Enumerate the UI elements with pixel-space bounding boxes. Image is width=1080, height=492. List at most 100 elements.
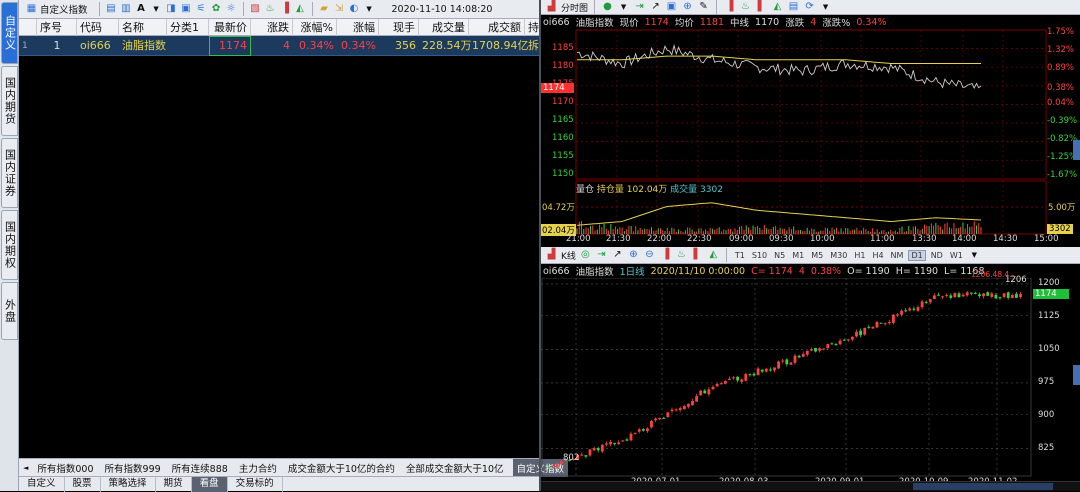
draw-icon[interactable]: ♨ xyxy=(739,1,752,14)
enter-icon[interactable]: ⇥ xyxy=(633,1,646,14)
chevron-down-icon[interactable]: ▼ xyxy=(968,249,981,262)
crosshair-icon[interactable]: ↗ xyxy=(611,249,624,262)
period-t1[interactable]: T1 xyxy=(733,251,747,260)
period-s10[interactable]: S10 xyxy=(750,251,769,260)
tab-stocks[interactable]: 股票 xyxy=(65,476,101,492)
period-nm[interactable]: NM xyxy=(889,251,906,260)
refresh-icon[interactable]: ⟳ xyxy=(803,1,816,14)
col-header-pct[interactable]: 涨幅% xyxy=(293,19,337,36)
period-nd[interactable]: ND xyxy=(929,251,945,260)
tab-all-999[interactable]: 所有指数999 xyxy=(103,460,163,476)
kline-chart[interactable] xyxy=(541,278,1080,491)
folder-icon[interactable]: ▰ xyxy=(318,3,331,16)
intraday-collapse-handle[interactable] xyxy=(1073,140,1080,160)
col-header-seq[interactable]: 序号 xyxy=(37,19,77,36)
tab-all-amount-over-10yi[interactable]: 全部成交金额大于10亿 xyxy=(404,460,506,476)
scrollbar-thumb[interactable] xyxy=(913,483,1053,490)
pin-icon[interactable]: ✎ xyxy=(697,1,710,14)
col-header-hold[interactable]: 持 xyxy=(525,19,539,36)
tab-all-888[interactable]: 所有连续888 xyxy=(170,460,230,476)
zoom-out-icon[interactable]: ⊖ xyxy=(643,249,656,262)
draw-icon[interactable]: ♨ xyxy=(675,249,688,262)
kline-label[interactable]: K线 xyxy=(561,249,576,262)
line-chart-icon[interactable]: ☼ xyxy=(225,3,238,16)
side-tab-domestic-options[interactable]: 国内期权 xyxy=(1,210,18,280)
col-header-code[interactable]: 代码 xyxy=(77,19,119,36)
crosshair-icon[interactable]: ↗ xyxy=(649,1,662,14)
period-d1[interactable]: D1 xyxy=(908,249,926,261)
tab-strategy[interactable]: 策略选择 xyxy=(101,476,156,492)
tab-main-contract[interactable]: 主力合约 xyxy=(237,460,279,476)
period-m30[interactable]: M30 xyxy=(828,251,849,260)
report-icon[interactable]: ▣ xyxy=(180,3,193,16)
area-icon[interactable]: ◭ xyxy=(294,3,307,16)
tab-all-000[interactable]: 所有指数000 xyxy=(35,460,95,476)
tab-custom[interactable]: 自定义 xyxy=(19,476,65,492)
col-header-amount[interactable]: 成交额 xyxy=(469,19,525,36)
grid-icon[interactable]: ▦ xyxy=(25,3,38,16)
play-icon[interactable]: ● xyxy=(601,1,614,14)
bar-icon[interactable]: ▐ xyxy=(279,3,292,16)
intraday-chart-icon[interactable]: ▟ xyxy=(545,1,558,14)
intraday-chart[interactable] xyxy=(541,29,1080,245)
tab-amount-over-10yi[interactable]: 成交金额大于10亿的合约 xyxy=(286,460,397,476)
col-header-name[interactable]: 名称 xyxy=(119,19,167,36)
layout-icon[interactable]: ▤ xyxy=(787,1,800,14)
time-tick: 14:00 xyxy=(952,234,977,244)
col-header-vol-hand[interactable]: 现手 xyxy=(379,19,419,36)
period-h4[interactable]: H4 xyxy=(870,251,885,260)
period-m1[interactable]: M1 xyxy=(790,251,806,260)
bar-icon[interactable]: ▌ xyxy=(755,1,768,14)
indicator-icon[interactable]: ▐ xyxy=(659,249,672,262)
chevron-down-icon[interactable]: ▼ xyxy=(819,1,832,14)
chart-search-icon[interactable]: ◨ xyxy=(165,3,178,16)
zoom-in-icon[interactable]: ⊕ xyxy=(627,249,640,262)
enter-icon[interactable]: ⇥ xyxy=(595,249,608,262)
code-icon[interactable]: ⚟ xyxy=(195,3,208,16)
plot-icon[interactable]: ✿ xyxy=(210,3,223,16)
zoom-in-icon[interactable]: ⊕ xyxy=(681,1,694,14)
period-h1[interactable]: H1 xyxy=(852,251,867,260)
intraday-label[interactable]: 分时图 xyxy=(561,1,588,14)
scroll-left-icon[interactable]: ◄ xyxy=(23,464,28,472)
calendar-icon[interactable]: ▤ xyxy=(105,3,118,16)
text-a-icon[interactable]: A xyxy=(135,3,148,16)
tab-watch[interactable]: 看盘 xyxy=(191,476,228,492)
table-icon[interactable]: ▥ xyxy=(120,3,133,16)
table-row[interactable]: 1 1 oi666 油脂指数 1174 4 0.34% 0.34% 356 22… xyxy=(19,36,539,56)
col-header-last[interactable]: 最新价 xyxy=(209,19,251,36)
select-icon[interactable]: ▣ xyxy=(665,1,678,14)
settings-icon[interactable]: ◐ xyxy=(348,3,361,16)
kline-chart-icon[interactable]: ▟ xyxy=(545,249,558,262)
chevron-down-icon[interactable]: ▼ xyxy=(150,3,163,16)
chevron-down-icon[interactable]: ▼ xyxy=(617,1,630,14)
export-icon[interactable]: ⇲ xyxy=(333,3,346,16)
indicator-icon[interactable]: ▐ xyxy=(723,1,736,14)
period-n5[interactable]: N5 xyxy=(772,251,787,260)
toolbar-divider xyxy=(311,2,313,16)
area-icon[interactable]: ◭ xyxy=(771,1,784,14)
side-tab-custom[interactable]: 自定义 xyxy=(1,2,18,64)
custom-index-menu[interactable]: 自定义指数 xyxy=(40,2,88,16)
area-icon[interactable]: ◭ xyxy=(707,249,720,262)
tab-futures[interactable]: 期货 xyxy=(156,476,192,492)
pct-tick: 0.04% xyxy=(1047,98,1075,108)
side-tab-domestic-futures[interactable]: 国内期货 xyxy=(1,66,18,136)
candle-body xyxy=(547,467,551,469)
sort-icon[interactable]: ▧ xyxy=(249,3,262,16)
side-tab-domestic-securities[interactable]: 国内证券 xyxy=(1,138,18,208)
col-header-chg[interactable]: 涨跌 xyxy=(251,19,293,36)
kline-collapse-handle[interactable] xyxy=(1073,365,1080,385)
refresh-icon[interactable]: ◎ xyxy=(579,249,592,262)
col-header-cat[interactable]: 分类1 xyxy=(167,19,209,36)
bar-icon[interactable]: ▌ xyxy=(691,249,704,262)
period-m5[interactable]: M5 xyxy=(809,251,825,260)
tab-trade-target[interactable]: 交易标的 xyxy=(228,476,283,492)
period-w1[interactable]: W1 xyxy=(948,251,965,260)
col-header-volume[interactable]: 成交量 xyxy=(419,19,469,36)
kline-scrollbar[interactable] xyxy=(541,481,1080,491)
side-tab-overseas[interactable]: 外盘 xyxy=(1,282,18,340)
chevron-down-icon[interactable]: ▼ xyxy=(363,3,376,16)
filter-icon[interactable]: ♨ xyxy=(264,3,277,16)
col-header-pct-s[interactable]: 涨幅S% xyxy=(337,19,379,51)
